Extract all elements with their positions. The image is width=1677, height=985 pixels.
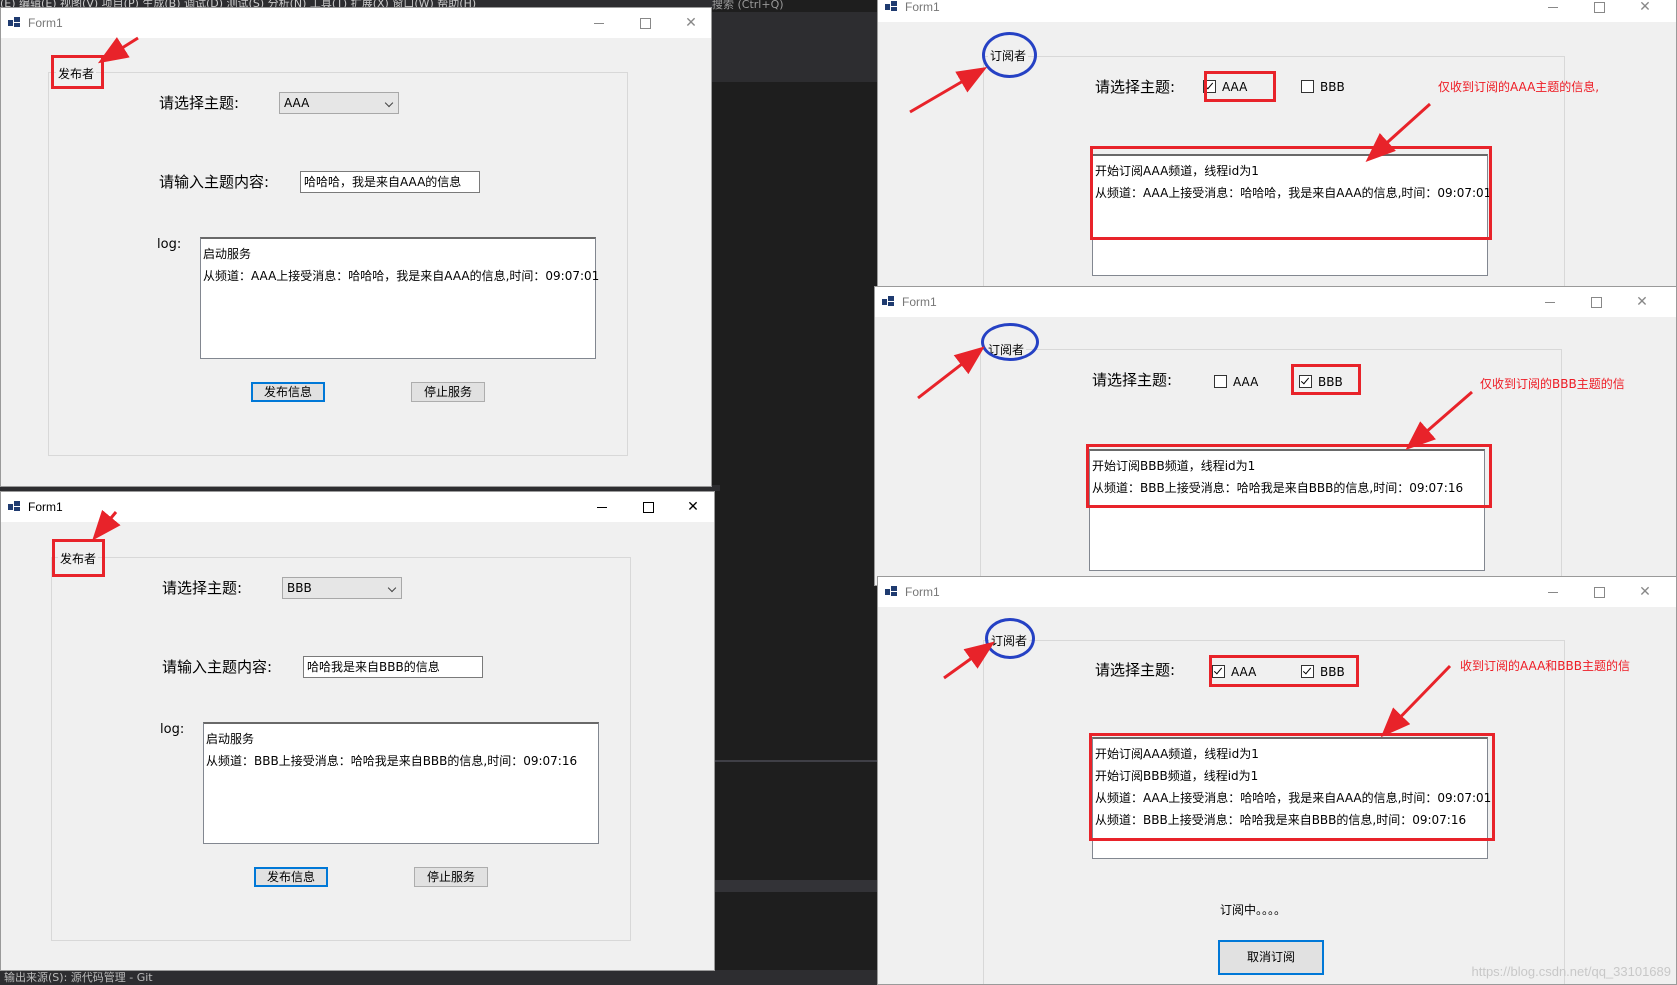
arrow-icon (943, 641, 995, 680)
arrow-icon (92, 509, 121, 541)
annotation-arrows (92, 36, 1473, 738)
watermark: https://blog.csdn.net/qq_33101689 (1471, 964, 1672, 979)
arrow-icon (97, 36, 139, 64)
arrow-icon (909, 66, 988, 114)
arrow-icon (1380, 664, 1452, 738)
arrow-icon (917, 346, 985, 400)
arrow-icon (1365, 102, 1432, 163)
arrow-icon (1405, 390, 1473, 450)
